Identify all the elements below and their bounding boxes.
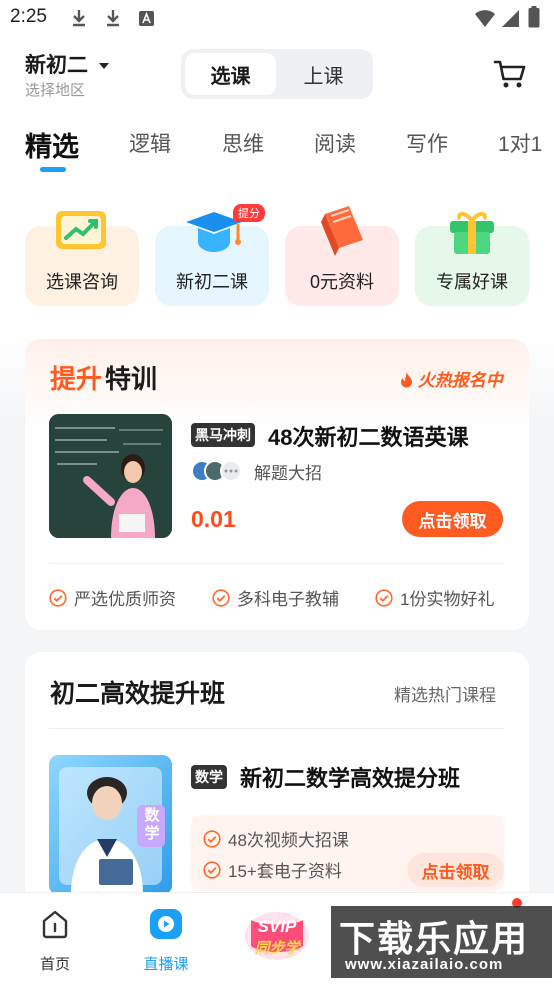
teacher-at-blackboard-image	[49, 414, 172, 538]
course-thumbnail-teacher[interactable]	[49, 414, 172, 538]
book-icon	[321, 206, 363, 256]
course-name[interactable]: 新初二数学高效提分班	[240, 761, 460, 793]
segment-attend-class[interactable]: 上课	[278, 53, 369, 95]
hot-enrollment-label: 火热报名中	[400, 366, 503, 391]
cart-icon[interactable]	[493, 58, 527, 90]
grade-label: 新初二	[25, 54, 88, 77]
feature-item: 严选优质师资	[49, 585, 176, 610]
svip-sub-label: 同步学	[254, 940, 300, 957]
course-name[interactable]: 48次新初二数语英课	[268, 420, 468, 452]
nav-svip[interactable]: SVIP 同步学	[243, 906, 311, 964]
tab-writing[interactable]: 写作	[406, 128, 448, 158]
promo-title: 特训	[105, 364, 158, 394]
watermark-text: 下载乐应用	[339, 918, 530, 959]
grade-selector[interactable]: 新初二	[25, 49, 110, 79]
watermark-url: www.xiazailaio.com	[345, 956, 504, 973]
course-tag: 黑马冲刺	[191, 423, 255, 447]
nav-live-label: 直播课	[143, 956, 189, 973]
feature-item: 1份实物好礼	[375, 585, 494, 610]
check-circle-icon	[212, 588, 230, 607]
watermark-overlay: 下载乐应用 www.xiazailaio.com	[331, 906, 552, 978]
tab-reading[interactable]: 阅读	[314, 128, 356, 158]
tile-label: 0元资料	[309, 272, 374, 292]
caret-down-icon	[98, 63, 109, 70]
tab-featured[interactable]: 精选	[25, 125, 79, 164]
benefit-item: 48次视频大招课	[203, 826, 349, 851]
tile-label: 专属好课	[436, 272, 508, 292]
font-a-icon	[139, 11, 154, 26]
wifi-icon	[475, 10, 495, 27]
divider	[49, 563, 504, 564]
benefit-item: 15+套电子资料	[203, 857, 342, 882]
tile-label: 选课咨询	[46, 272, 118, 292]
tab-one-on-one[interactable]: 1对1	[498, 128, 542, 158]
course-thumbnail-math[interactable]: 数学	[49, 755, 172, 895]
claim-button[interactable]: 点击领取	[407, 853, 504, 887]
download-icon	[73, 10, 85, 27]
nav-home-label: 首页	[39, 956, 70, 973]
check-circle-icon	[203, 829, 221, 848]
promo-title-highlight: 提升	[50, 364, 103, 394]
teacher-avatars	[191, 460, 245, 482]
check-circle-icon	[49, 588, 67, 607]
status-time: 2:25	[10, 6, 47, 27]
claim-button[interactable]: 点击领取	[402, 501, 503, 537]
check-circle-icon	[203, 860, 221, 879]
flame-icon	[401, 372, 412, 388]
segment-select-course[interactable]: 选课	[185, 53, 276, 95]
divider	[49, 728, 504, 729]
section-more-link[interactable]: 精选热门课程	[394, 681, 496, 706]
region-hint[interactable]: 选择地区	[25, 79, 85, 100]
thumb-subject-label: 数学	[144, 807, 160, 842]
check-circle-icon	[375, 588, 393, 607]
home-icon	[42, 910, 68, 939]
feature-item: 多科电子教辅	[212, 585, 339, 610]
live-play-icon	[150, 909, 182, 939]
signal-icon	[502, 10, 519, 27]
section-title: 初二高效提升班	[50, 680, 226, 708]
course-subtitle: 解题大招	[254, 464, 322, 483]
tab-thinking[interactable]: 思维	[222, 128, 264, 158]
download-icon	[107, 10, 119, 27]
battery-icon	[528, 6, 540, 28]
course-price: 0.01	[191, 506, 236, 532]
chart-board-icon	[56, 211, 106, 249]
gift-icon	[450, 212, 494, 254]
tab-indicator	[40, 167, 66, 172]
tile-badge: 提分	[233, 204, 265, 222]
tile-label: 新初二课	[176, 272, 248, 292]
svip-label: SVIP	[257, 917, 297, 936]
course-tag: 数学	[191, 765, 227, 789]
tab-logic[interactable]: 逻辑	[129, 128, 171, 158]
